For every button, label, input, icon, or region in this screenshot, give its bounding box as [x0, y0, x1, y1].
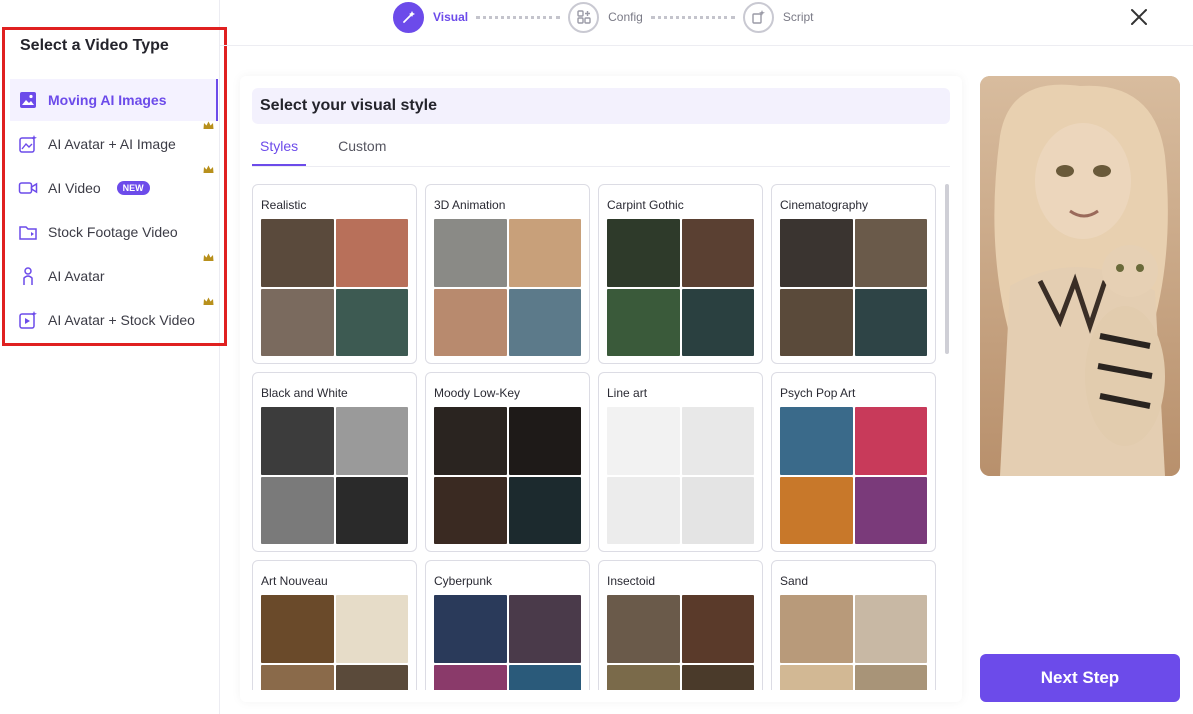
- style-card[interactable]: Cyberpunk: [425, 560, 590, 690]
- style-thumbnail: [261, 219, 408, 356]
- sidebar-item-label: AI Avatar: [48, 268, 105, 284]
- style-card-label: Insectoid: [607, 574, 656, 588]
- style-card[interactable]: Carpint Gothic: [598, 184, 763, 364]
- sparkle-image-icon: [18, 134, 38, 154]
- step-label: Script: [782, 10, 814, 24]
- preview-image: [980, 76, 1180, 476]
- style-card[interactable]: Psych Pop Art: [771, 372, 936, 552]
- crown-icon: [203, 297, 214, 308]
- style-card[interactable]: Line art: [598, 372, 763, 552]
- config-icon: [568, 1, 600, 33]
- sidebar-item-ai-avatar-ai-image[interactable]: AI Avatar + AI Image: [10, 121, 218, 165]
- tab-styles[interactable]: Styles: [252, 138, 307, 166]
- style-card[interactable]: Moody Low-Key: [425, 372, 590, 552]
- wand-icon: [393, 1, 424, 33]
- style-thumbnail: [607, 595, 754, 690]
- style-card-label: Moody Low-Key: [434, 386, 521, 400]
- sidebar-item-label: AI Avatar + AI Image: [48, 136, 176, 152]
- style-thumbnail: [780, 219, 927, 356]
- step-config[interactable]: Config: [568, 1, 643, 33]
- style-thumbnail: [607, 219, 754, 356]
- step-visual[interactable]: Visual: [393, 1, 469, 33]
- play-sparkle-icon: [18, 310, 38, 330]
- sidebar-item-ai-video[interactable]: AI Video NEW: [10, 165, 218, 209]
- tabs-divider: [252, 166, 950, 167]
- style-thumbnail: [780, 407, 927, 544]
- new-badge: NEW: [116, 181, 150, 195]
- sidebar-item-label: Stock Footage Video: [48, 224, 178, 240]
- sidebar-item-moving-ai-images[interactable]: Moving AI Images: [10, 79, 218, 121]
- style-thumbnail: [607, 407, 754, 544]
- step-connector: [650, 15, 735, 19]
- crown-icon: [203, 165, 214, 176]
- step-label: Config: [608, 10, 643, 24]
- person-icon: [18, 266, 38, 286]
- style-card[interactable]: Art Nouveau: [252, 560, 417, 690]
- style-thumbnail: [434, 219, 581, 356]
- folder-icon: [18, 222, 38, 242]
- style-thumbnail: [261, 595, 408, 690]
- style-tabs: Styles Custom: [252, 138, 418, 166]
- style-card[interactable]: Cinematography: [771, 184, 936, 364]
- style-card-label: Sand: [780, 574, 809, 588]
- style-card-label: Black and White: [261, 386, 348, 400]
- style-thumbnail: [780, 595, 927, 690]
- style-card-label: Line art: [607, 386, 648, 400]
- crown-icon: [203, 121, 214, 132]
- step-label: Visual: [433, 10, 469, 24]
- sidebar-item-label: Moving AI Images: [48, 92, 167, 108]
- sidebar-item-ai-avatar-stock-video[interactable]: AI Avatar + Stock Video: [10, 297, 218, 341]
- video-camera-icon: [18, 178, 38, 198]
- style-card[interactable]: Insectoid: [598, 560, 763, 690]
- sidebar-title: Select a Video Type: [20, 37, 169, 54]
- next-step-button[interactable]: Next Step: [980, 654, 1180, 702]
- style-thumbnail: [434, 407, 581, 544]
- style-thumbnail: [261, 407, 408, 544]
- sidebar-item-label: AI Video: [48, 180, 101, 196]
- step-script[interactable]: Script: [742, 1, 814, 33]
- style-card-label: Art Nouveau: [261, 574, 328, 588]
- script-icon: [742, 1, 774, 33]
- stepper: Visual Config Script: [393, 0, 814, 34]
- sidebar-item-label: AI Avatar + Stock Video: [48, 312, 195, 328]
- style-card[interactable]: Black and White: [252, 372, 417, 552]
- style-card-label: Realistic: [261, 198, 307, 212]
- style-thumbnail: [434, 595, 581, 690]
- sidebar-item-ai-avatar[interactable]: AI Avatar: [10, 253, 218, 297]
- scrollbar[interactable]: [945, 184, 949, 354]
- sidebar-item-stock-footage-video[interactable]: Stock Footage Video: [10, 211, 218, 253]
- style-card-label: 3D Animation: [434, 198, 506, 212]
- step-connector: [476, 15, 561, 19]
- close-icon[interactable]: [1128, 6, 1150, 28]
- style-card[interactable]: Sand: [771, 560, 936, 690]
- header-divider: [220, 45, 1193, 46]
- panel-heading: Select your visual style: [252, 88, 950, 124]
- image-icon: [18, 90, 38, 110]
- style-card-label: Cyberpunk: [434, 574, 493, 588]
- style-card[interactable]: Realistic: [252, 184, 417, 364]
- crown-icon: [203, 253, 214, 264]
- tab-custom[interactable]: Custom: [330, 138, 394, 166]
- style-card-label: Carpint Gothic: [607, 198, 684, 212]
- style-grid: Realistic 3D Animation Carpint Gothic Cinem…: [252, 184, 938, 690]
- style-card-label: Psych Pop Art: [780, 386, 856, 400]
- style-card[interactable]: 3D Animation: [425, 184, 590, 364]
- style-card-label: Cinematography: [780, 198, 869, 212]
